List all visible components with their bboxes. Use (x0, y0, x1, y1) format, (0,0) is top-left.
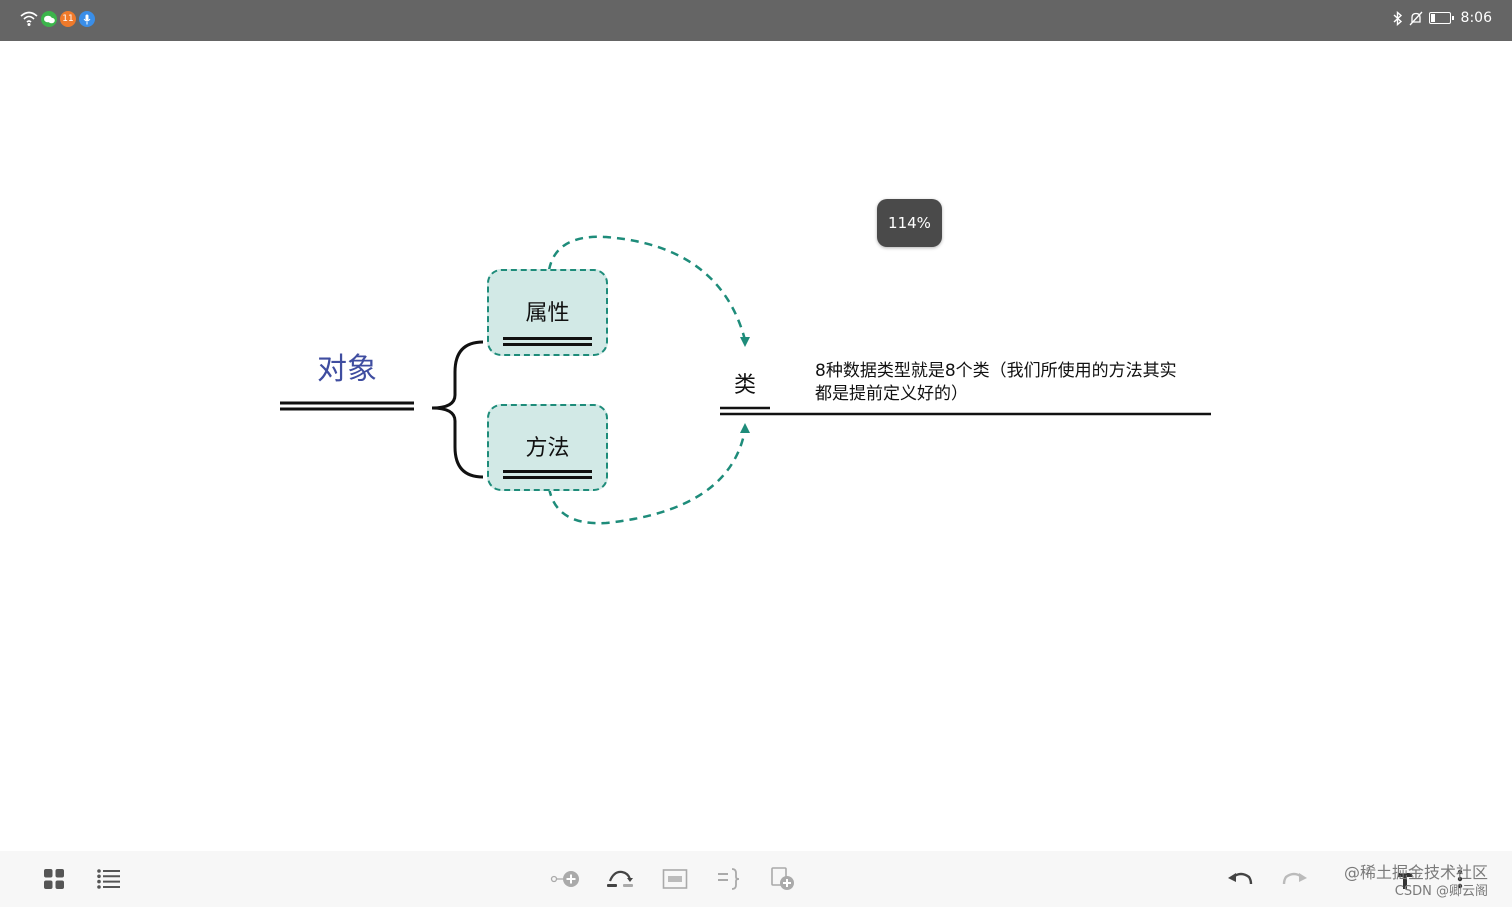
topic-underline (503, 343, 592, 346)
notification-badge-icon: 11 (60, 11, 76, 27)
insert-topic-icon[interactable] (767, 863, 799, 895)
mindmap-canvas[interactable]: 114% 对象 属性 方法 类 8种数据类型就是8个类（我们所使用的方法其实 都… (0, 41, 1512, 851)
clock-time: 8:06 (1460, 10, 1492, 26)
watermark-line-1: @稀土掘金技术社区 (1343, 863, 1488, 882)
topic-underline (503, 476, 592, 479)
outline-list-icon[interactable] (93, 863, 125, 895)
brace-connector (431, 340, 484, 479)
status-right-icons: 8:06 (1393, 10, 1492, 26)
topic-note[interactable]: 8种数据类型就是8个类（我们所使用的方法其实 都是提前定义好的） (815, 360, 1215, 406)
watermark: @稀土掘金技术社区 CSDN @卿云阁 (1344, 863, 1488, 901)
silent-bell-icon (1409, 11, 1423, 25)
status-bar: 11 8:06 (0, 0, 1512, 41)
topic-underline (503, 337, 592, 340)
microphone-icon (79, 11, 95, 27)
topic-attributes-label: 属性 (525, 301, 570, 326)
status-left-icons: 11 (20, 11, 95, 27)
mindmap-connectors (280, 235, 1211, 525)
topic-class[interactable]: 类 (720, 367, 770, 399)
undo-icon[interactable] (1224, 863, 1256, 895)
battery-icon (1428, 12, 1454, 24)
wechat-icon (41, 11, 57, 27)
bottom-toolbar: @稀土掘金技术社区 CSDN @卿云阁 (0, 851, 1512, 907)
relationship-icon[interactable] (604, 863, 636, 895)
watermark-line-2: CSDN @卿云阁 (1394, 884, 1488, 899)
topic-attributes[interactable]: 属性 (487, 269, 608, 356)
topic-underline (503, 470, 592, 473)
zoom-level-indicator: 114% (877, 199, 942, 247)
wifi-icon (20, 11, 38, 26)
root-topic[interactable]: 对象 (280, 344, 414, 388)
summary-box-icon[interactable] (659, 863, 691, 895)
note-line-2: 都是提前定义好的） (815, 384, 968, 404)
bluetooth-icon (1393, 10, 1402, 26)
note-line-1: 8种数据类型就是8个类（我们所使用的方法其实 (815, 361, 1177, 381)
grid-view-icon[interactable] (38, 863, 70, 895)
add-child-topic-icon[interactable] (549, 863, 581, 895)
bracket-summary-icon[interactable] (713, 863, 745, 895)
topic-methods[interactable]: 方法 (487, 404, 608, 491)
redo-icon[interactable] (1279, 863, 1311, 895)
topic-methods-label: 方法 (525, 436, 570, 461)
